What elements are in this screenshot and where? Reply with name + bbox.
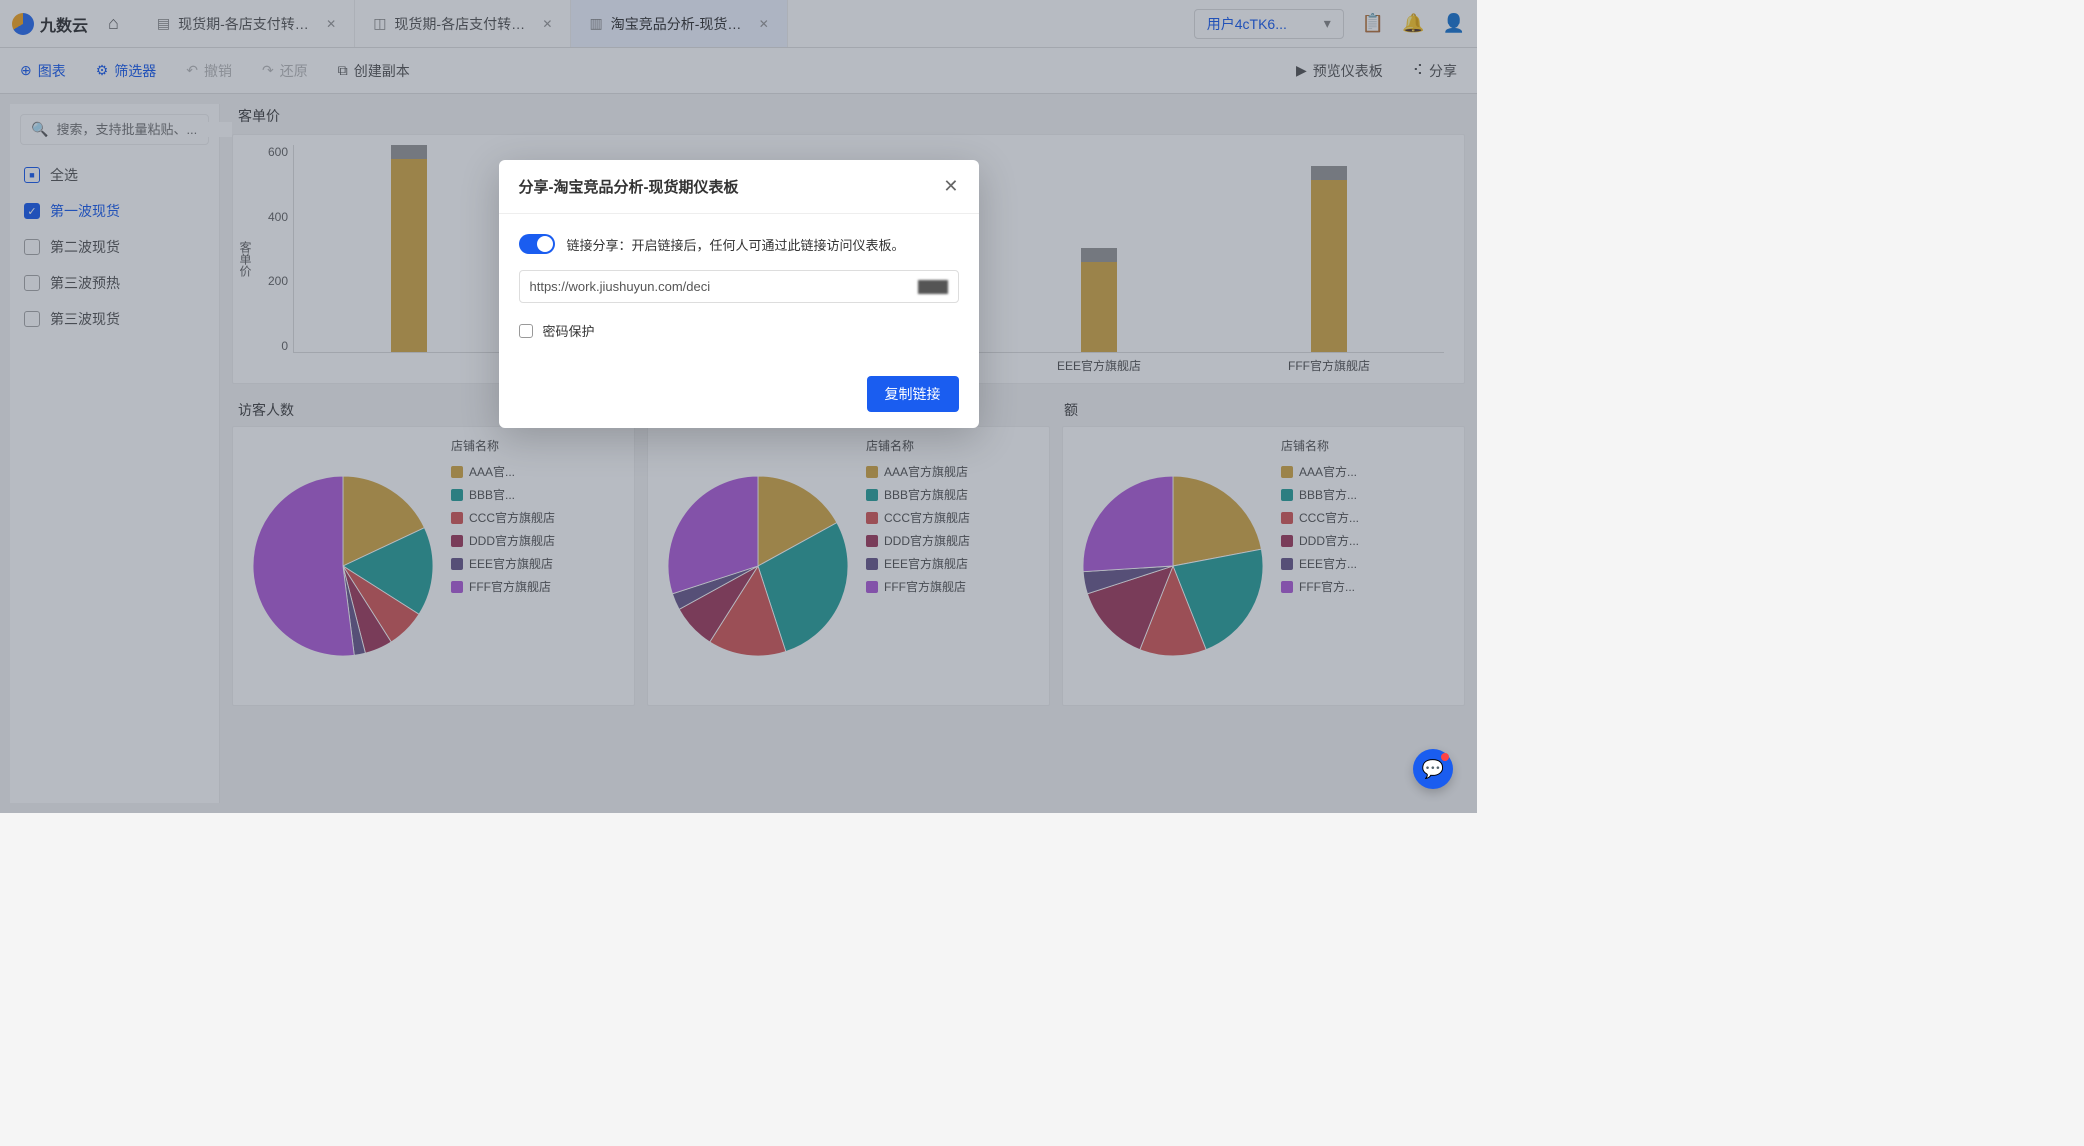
share-url-box[interactable]: https://work.jiushuyun.com/deci <box>519 270 959 303</box>
modal-header: 分享-淘宝竞品分析-现货期仪表板 ✕ <box>499 160 979 214</box>
modal-footer: 复制链接 <box>499 360 979 428</box>
share-toggle-row: 链接分享：开启链接后，任何人可通过此链接访问仪表板。 <box>519 234 959 254</box>
share-url-text: https://work.jiushuyun.com/deci <box>530 279 711 294</box>
modal-overlay[interactable]: 分享-淘宝竞品分析-现货期仪表板 ✕ 链接分享：开启链接后，任何人可通过此链接访… <box>0 0 1477 813</box>
copy-link-button[interactable]: 复制链接 <box>867 376 959 412</box>
share-modal: 分享-淘宝竞品分析-现货期仪表板 ✕ 链接分享：开启链接后，任何人可通过此链接访… <box>499 160 979 428</box>
chat-icon: 💬 <box>1422 759 1444 780</box>
password-label: 密码保护 <box>543 321 595 340</box>
close-icon[interactable]: ✕ <box>943 176 958 197</box>
share-description: 链接分享：开启链接后，任何人可通过此链接访问仪表板。 <box>567 235 905 254</box>
password-protect-row[interactable]: 密码保护 <box>519 321 959 340</box>
url-obscured <box>918 280 948 294</box>
modal-body: 链接分享：开启链接后，任何人可通过此链接访问仪表板。 https://work.… <box>499 214 979 360</box>
checkbox-off-icon <box>519 324 533 338</box>
modal-title: 分享-淘宝竞品分析-现货期仪表板 <box>519 176 739 197</box>
chat-fab[interactable]: 💬 <box>1413 749 1453 789</box>
link-share-toggle[interactable] <box>519 234 555 254</box>
